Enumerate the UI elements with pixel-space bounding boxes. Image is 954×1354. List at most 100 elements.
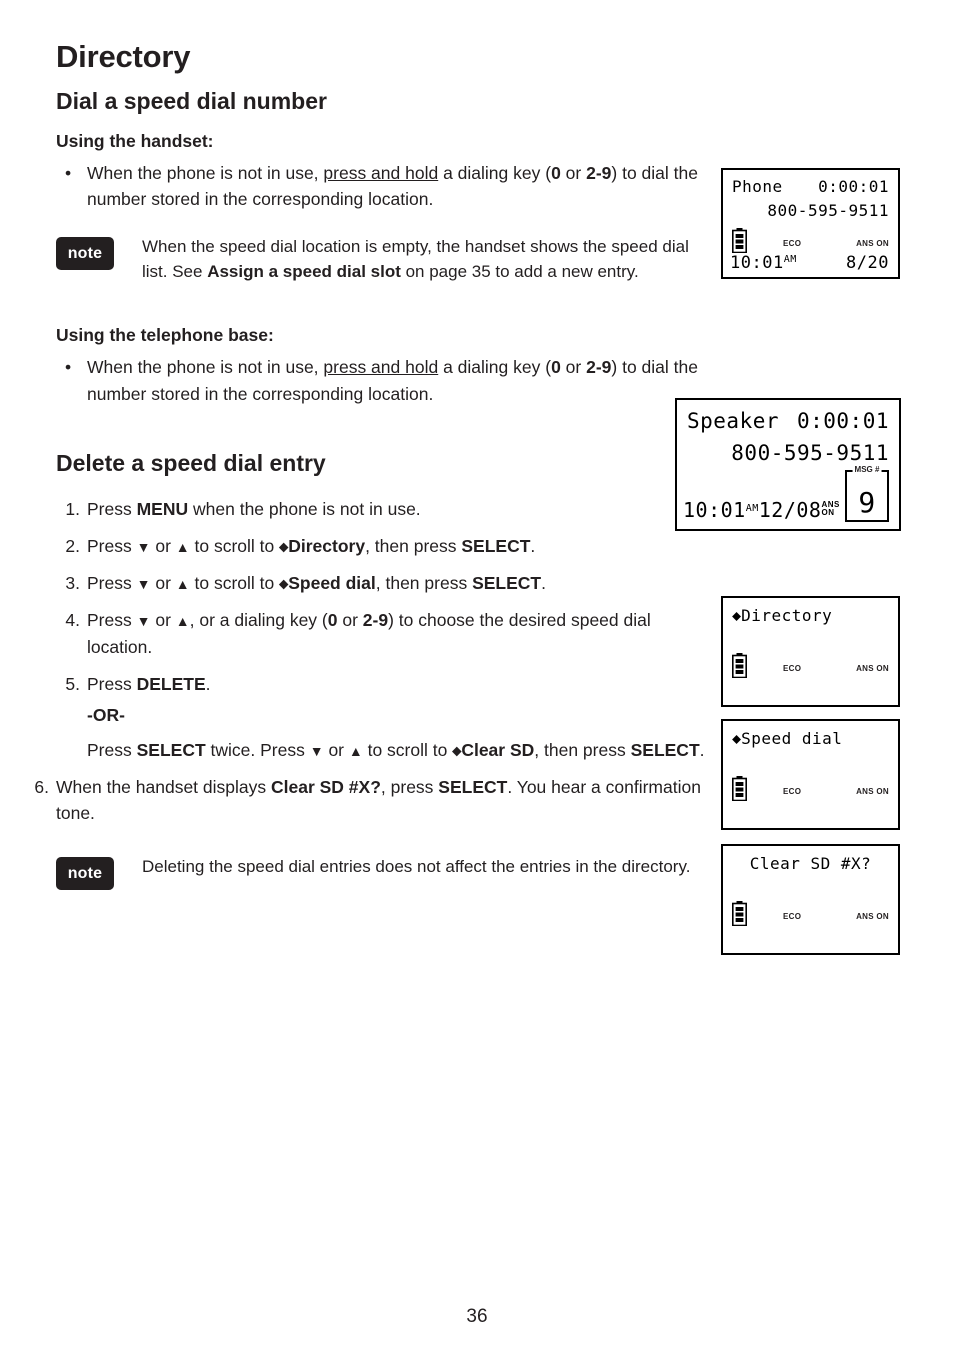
step-number: 5. — [65, 673, 80, 694]
key-label-2-9: 2-9 — [586, 356, 612, 377]
note-text-part2: on page 35 to add a new entry. — [400, 262, 639, 282]
bullet-underlined-phrase: press and hold — [323, 356, 439, 377]
lcd-date: 12/08 — [758, 498, 822, 522]
page-title: Directory — [56, 39, 191, 74]
eco-indicator: ECO — [783, 787, 802, 796]
button-label-select: SELECT — [136, 739, 206, 760]
battery-icon — [732, 228, 747, 253]
step-text: , then press — [534, 739, 631, 760]
down-arrow-icon: ▼ — [136, 612, 151, 629]
base-bullet-list: • When the phone is not in use, press and… — [56, 354, 706, 408]
list-item: • When the phone is not in use, press and… — [56, 354, 706, 408]
step-number: 3. — [65, 572, 80, 593]
eco-indicator: ECO — [783, 239, 802, 248]
bullet-text-part1: When the phone is not in use, — [87, 162, 324, 183]
step-text: or — [150, 609, 176, 630]
note-badge: note — [56, 237, 114, 271]
page-number: 36 — [466, 1306, 488, 1327]
step-text: Press — [87, 499, 137, 519]
bullet-text-part2: a dialing key ( — [438, 162, 552, 183]
ans-on-indicator: ANS ON — [856, 787, 889, 796]
lcd-menu-title: ⬥Speed dial — [732, 729, 842, 748]
scroll-indicator-icon: ⬥ — [279, 575, 289, 591]
section-heading-delete-speed-dial: Delete a speed dial entry — [56, 449, 326, 476]
step-text: Press — [87, 673, 137, 694]
lcd-prompt-title: Clear SD #X? — [749, 854, 872, 873]
step-text: to scroll to — [189, 535, 280, 556]
bullet-icon: • — [65, 162, 72, 183]
section-heading-dial-speed-dial: Dial a speed dial number — [56, 88, 327, 115]
step-number: 2. — [65, 535, 80, 556]
list-item-step-1: 1. Press MENU when the phone is not in us… — [56, 496, 706, 523]
subheading-using-the-handset: Using the handset: — [56, 130, 214, 151]
step-text: , then press — [375, 572, 473, 593]
lcd-screen-menu-directory: ⬥Directory ECO ANS ON — [721, 596, 900, 707]
up-arrow-icon: ▲ — [175, 538, 190, 555]
alternate-instruction: Press SELECT twice. Press ▼ or ▲ to scro… — [87, 737, 706, 764]
up-arrow-icon: ▲ — [175, 612, 190, 629]
ans-on-indicator: ANS ON — [856, 239, 889, 248]
step-text: or — [337, 609, 363, 630]
list-item-step-6: 6. When the handset displays Clear SD #X?… — [25, 774, 706, 828]
lcd-phone-number: 800-595-9511 — [731, 441, 889, 465]
up-arrow-icon: ▲ — [175, 575, 190, 592]
button-label-select: SELECT — [472, 572, 542, 593]
delete-steps-list: 1. Press MENU when the phone is not in us… — [34, 496, 706, 827]
lcd-clock-time: 10:01 — [683, 498, 746, 522]
list-item: • When the phone is not in use, press and… — [56, 160, 706, 214]
on-label: ON — [821, 508, 835, 517]
list-item-step-4: 4. Press ▼ or ▲, or a dialing key (0 or 2… — [56, 607, 706, 661]
battery-icon — [732, 776, 747, 801]
subheading-using-the-telephone-base: Using the telephone base: — [56, 324, 274, 345]
text-column: Directory Dial a speed dial number Using… — [34, 39, 706, 895]
step-text: or — [150, 535, 176, 556]
ans-on-indicator: ANS ON — [856, 664, 889, 673]
eco-indicator: ECO — [783, 664, 802, 673]
menu-label-clear-sd: Clear SD — [461, 739, 535, 760]
manual-page: Directory Dial a speed dial number Using… — [0, 0, 954, 1354]
lcd-top-row: Phone 0:00:01 — [732, 177, 889, 196]
step-text: twice. Press — [205, 739, 310, 760]
down-arrow-icon: ▼ — [309, 742, 324, 759]
step-text: . — [530, 535, 536, 556]
step-text: or — [323, 739, 349, 760]
up-arrow-icon: ▲ — [348, 742, 363, 759]
menu-label-directory: Directory — [288, 535, 366, 556]
lcd-clock-ampm: AM — [783, 254, 797, 265]
step-number: 1. — [65, 499, 80, 519]
step-text: Press — [87, 739, 137, 760]
prompt-label-clear-sd: Clear SD #X? — [271, 776, 381, 797]
step-text: when the phone is not in use. — [188, 499, 421, 519]
note-text: Deleting the speed dial entries does not… — [142, 857, 691, 877]
button-label-select: SELECT — [438, 776, 508, 797]
step-text: , press — [380, 776, 439, 797]
down-arrow-icon: ▼ — [136, 575, 151, 592]
message-counter-value: 9 — [858, 486, 876, 519]
message-counter-box: MSG # 9 — [845, 465, 889, 522]
lcd-menu-label: Speed dial — [741, 729, 843, 748]
button-label-menu: MENU — [136, 499, 189, 519]
step-text: Press — [87, 609, 137, 630]
step-text: , or a dialing key ( — [189, 609, 328, 630]
lcd-call-type-label: Speaker — [687, 409, 780, 433]
lcd-call-timer: 0:00:01 — [796, 409, 889, 433]
step-text: . — [541, 572, 546, 593]
key-label-0: 0 — [551, 162, 561, 183]
step-text: or — [150, 572, 176, 593]
bullet-or: or — [560, 356, 587, 377]
lcd-screen-menu-speed-dial: ⬥Speed dial ECO ANS ON — [721, 719, 900, 830]
list-item-step-2: 2. Press ▼ or ▲ to scroll to ⬥Directory, … — [56, 533, 706, 560]
lcd-clock-ampm: AM — [745, 503, 759, 514]
step-text: Press — [87, 535, 137, 556]
step-text: Press — [87, 572, 137, 593]
lcd-screen-base-call: Speaker 0:00:01 800-595-9511 10:01AM12/0… — [675, 398, 901, 531]
lcd-call-type-label: Phone — [732, 177, 783, 196]
menu-label-speed-dial: Speed dial — [288, 572, 376, 593]
step-number: 6. — [34, 776, 49, 797]
lcd-call-timer: 0:00:01 — [818, 177, 889, 196]
step-text: . — [699, 739, 705, 760]
note-handset-speed-dial: note When the speed dial location is emp… — [56, 235, 706, 284]
bullet-underlined-phrase: press and hold — [323, 162, 439, 183]
scroll-indicator-icon: ⬥ — [279, 538, 289, 554]
lcd-clock-and-date: 10:01AM12/08ANS ON — [683, 498, 840, 522]
